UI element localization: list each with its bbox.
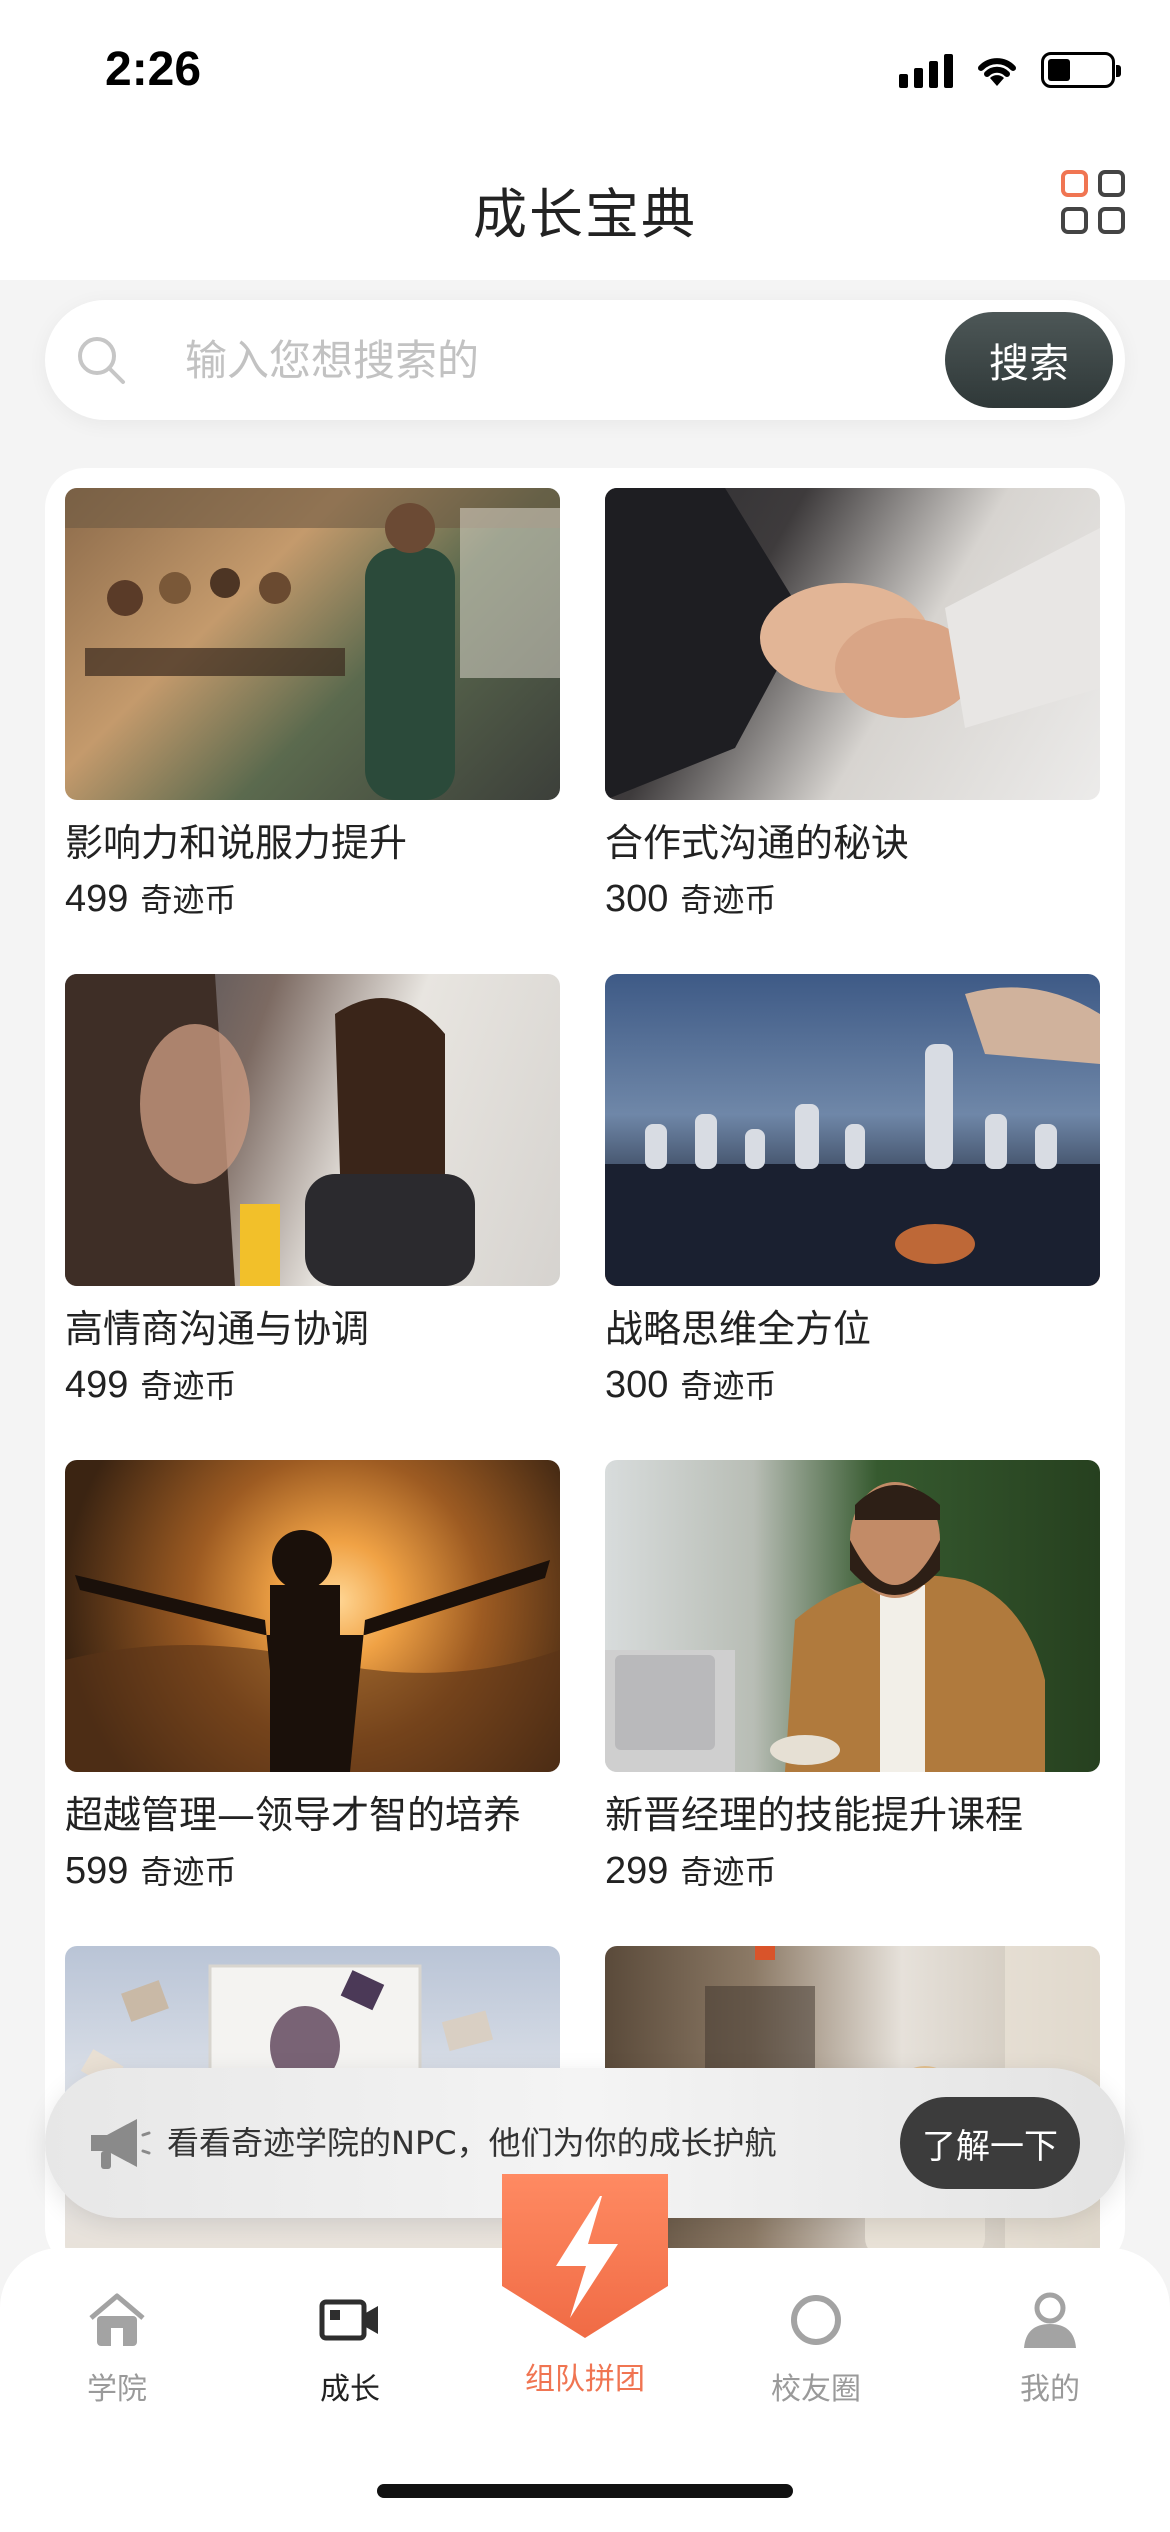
price-value: 499	[65, 878, 129, 920]
price-unit: 奇迹币	[140, 881, 237, 919]
megaphone-icon	[91, 2119, 151, 2169]
course-image	[605, 974, 1100, 1286]
circle-icon	[791, 2295, 841, 2345]
lightning-icon	[502, 2174, 668, 2338]
search-button[interactable]: 搜索	[945, 312, 1113, 408]
course-card[interactable]: 影响力和说服力提升 499 奇迹币	[65, 488, 560, 974]
home-icon	[89, 2293, 145, 2346]
page-header: 成长宝典	[0, 140, 1170, 280]
battery-icon	[1041, 52, 1121, 88]
price-value: 299	[605, 1850, 669, 1892]
video-camera-icon	[319, 2299, 378, 2341]
tab-label: 学院	[87, 2372, 147, 2407]
price-unit: 奇迹币	[680, 1853, 777, 1891]
course-title: 影响力和说服力提升	[65, 821, 408, 865]
search-input[interactable]	[185, 324, 945, 396]
course-title: 战略思维全方位	[605, 1307, 872, 1351]
tab-label: 成长	[320, 2372, 380, 2407]
grid-menu-icon[interactable]	[1061, 170, 1125, 234]
tab-label: 校友圈	[771, 2372, 861, 2407]
course-image	[605, 1460, 1100, 1772]
course-card[interactable]: 新晋经理的技能提升课程 299 奇迹币	[605, 1460, 1100, 1946]
wifi-icon	[978, 58, 1016, 86]
user-icon	[1024, 2292, 1076, 2348]
status-bar: 2:26	[0, 0, 1170, 140]
learn-more-button[interactable]: 了解一下	[900, 2097, 1080, 2189]
price-unit: 奇迹币	[680, 881, 777, 919]
course-title: 超越管理—领导才智的培养	[65, 1793, 522, 1837]
search-icon	[78, 337, 125, 384]
home-indicator	[377, 2484, 793, 2498]
course-title: 新晋经理的技能提升课程	[605, 1793, 1024, 1837]
price-unit: 奇迹币	[140, 1367, 237, 1405]
course-image	[65, 1460, 560, 1772]
tab-team-purchase[interactable]: 组队拼团	[484, 2168, 686, 2397]
price-value: 300	[605, 1364, 669, 1406]
tab-profile[interactable]: 我的	[950, 2288, 1150, 2408]
course-price: 499 奇迹币	[65, 1362, 560, 1409]
page-title: 成长宝典	[473, 183, 697, 246]
course-title: 高情商沟通与协调	[65, 1307, 370, 1351]
course-price: 599 奇迹币	[65, 1848, 560, 1895]
course-card[interactable]: 高情商沟通与协调 499 奇迹币	[65, 974, 560, 1460]
course-card[interactable]: 战略思维全方位 300 奇迹币	[605, 974, 1100, 1460]
course-grid: 影响力和说服力提升 499 奇迹币 合作式沟通的秘诀 300 奇迹币 高情商沟通…	[65, 488, 1105, 2268]
course-price: 300 奇迹币	[605, 1362, 1100, 1409]
course-image	[65, 974, 560, 1286]
price-unit: 奇迹币	[140, 1853, 237, 1891]
course-price: 299 奇迹币	[605, 1848, 1100, 1895]
price-unit: 奇迹币	[680, 1367, 777, 1405]
course-card[interactable]: 合作式沟通的秘诀 300 奇迹币	[605, 488, 1100, 974]
banner-text: 看看奇迹学院的NPC，他们为你的成长护航	[167, 2124, 777, 2162]
holding-hands-photo	[605, 488, 1100, 800]
course-card[interactable]: 超越管理—领导才智的培养 599 奇迹币	[65, 1460, 560, 1946]
search-bar: 搜索	[45, 300, 1125, 420]
tab-label: 组队拼团	[525, 2362, 645, 2397]
thumbs-up-laptop-photo	[605, 1482, 1045, 1772]
course-list-card: 影响力和说服力提升 499 奇迹币 合作式沟通的秘诀 300 奇迹币 高情商沟通…	[45, 468, 1125, 2268]
chess-photo	[605, 987, 1100, 1286]
tab-label: 我的	[1020, 2372, 1080, 2407]
signal-icon	[899, 52, 953, 88]
course-price: 300 奇迹币	[605, 876, 1100, 923]
status-time: 2:26	[105, 43, 202, 96]
course-title: 合作式沟通的秘诀	[605, 821, 910, 865]
price-value: 599	[65, 1850, 129, 1892]
tab-academy[interactable]: 学院	[17, 2288, 217, 2408]
course-price: 499 奇迹币	[65, 876, 560, 923]
sunrise-silhouette-photo	[65, 1530, 560, 1772]
tab-growth[interactable]: 成长	[250, 2288, 450, 2408]
course-image	[65, 488, 560, 800]
price-value: 300	[605, 878, 669, 920]
price-value: 499	[65, 1364, 129, 1406]
tab-alumni[interactable]: 校友圈	[716, 2288, 916, 2408]
conversation-photo	[65, 974, 475, 1286]
team-meeting-photo	[65, 488, 560, 800]
status-icons	[899, 52, 1121, 88]
course-image	[605, 488, 1100, 800]
